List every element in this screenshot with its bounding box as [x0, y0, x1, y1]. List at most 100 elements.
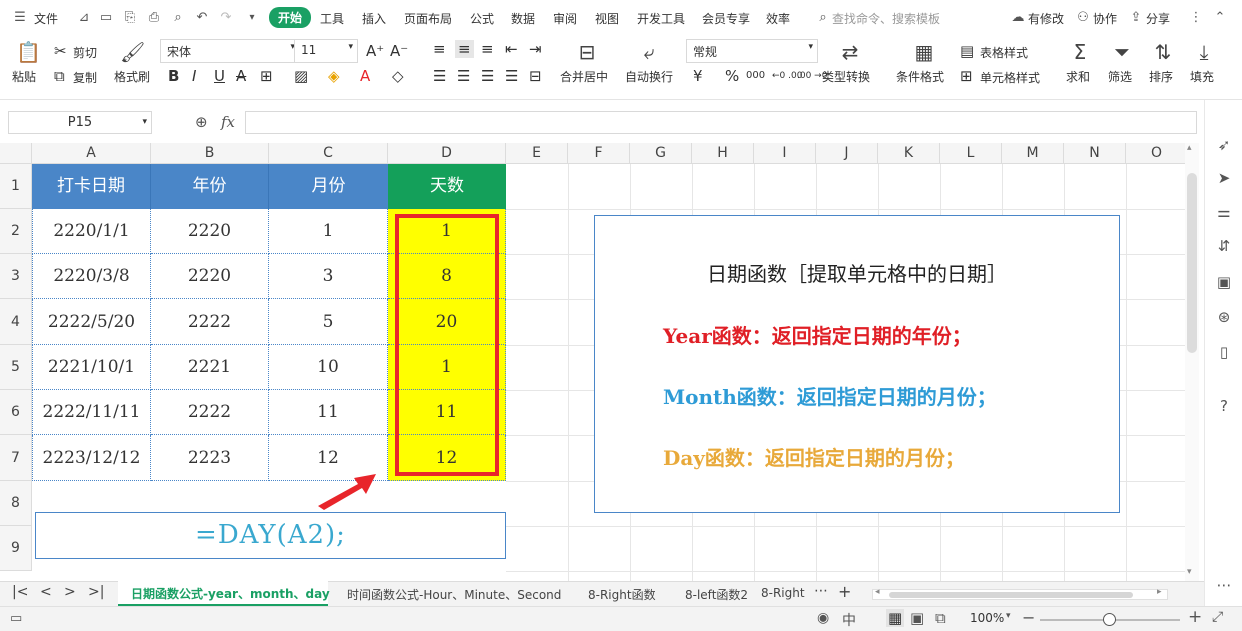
format-painter-icon[interactable]: 🖌: [120, 40, 145, 64]
fill-icon[interactable]: ⤓: [1192, 40, 1216, 64]
table-cell[interactable]: 2223/12/12: [32, 435, 151, 481]
font-size-select[interactable]: 11 ▾: [294, 39, 358, 63]
collapse-ribbon-icon[interactable]: ⌃: [1212, 10, 1228, 26]
column-header-b[interactable]: B: [151, 143, 269, 164]
book-icon[interactable]: ▯: [1214, 342, 1234, 362]
sheet-tab[interactable]: 8-left函数2: [685, 586, 748, 603]
font-grow-icon[interactable]: A⁺: [366, 42, 384, 60]
add-sheet-icon[interactable]: +: [838, 582, 851, 601]
row-header-4[interactable]: 4: [0, 299, 32, 345]
table-cell[interactable]: 2221: [151, 345, 269, 390]
sheet-tab[interactable]: 8-Right函数: [588, 586, 656, 603]
last-sheet-icon[interactable]: >|: [88, 584, 104, 600]
scroll-right-icon[interactable]: ▸: [1157, 587, 1162, 597]
app-logo-icon[interactable]: ⊿: [76, 10, 92, 26]
align-bottom-icon[interactable]: ≡: [481, 40, 494, 58]
sum-button[interactable]: 求和: [1066, 68, 1090, 85]
fill-button[interactable]: 填充: [1190, 68, 1214, 85]
align-middle-icon[interactable]: ≡: [455, 40, 474, 58]
file-menu[interactable]: 文件: [34, 10, 58, 27]
align-left-icon[interactable]: ☰: [433, 67, 446, 85]
more-icon[interactable]: ⋮: [1188, 10, 1204, 26]
table-cell[interactable]: 2222: [151, 299, 269, 345]
number-format-select[interactable]: 常规 ▾: [686, 39, 818, 63]
format-painter-button[interactable]: 格式刷: [114, 68, 150, 85]
modified-status[interactable]: 有修改: [1028, 10, 1064, 27]
page-break-view-icon[interactable]: ⧉: [935, 609, 946, 627]
header-cell-date[interactable]: 打卡日期: [32, 164, 151, 209]
header-cell-month[interactable]: 月份: [269, 164, 388, 209]
indent-decrease-icon[interactable]: ⇤: [505, 40, 518, 58]
formula-display[interactable]: =DAY(A2);: [35, 512, 506, 559]
horizontal-scrollbar[interactable]: ◂ ▸: [872, 587, 1168, 600]
filter-button[interactable]: 筛选: [1108, 68, 1132, 85]
merge-center-icon[interactable]: ⊟: [575, 40, 599, 64]
column-header-c[interactable]: C: [269, 143, 388, 164]
column-header-e[interactable]: E: [506, 143, 568, 164]
scroll-up-icon[interactable]: ▴: [1187, 143, 1192, 153]
column-header-l[interactable]: L: [940, 143, 1002, 164]
tab-tools[interactable]: 工具: [320, 10, 344, 27]
tab-formulas[interactable]: 公式: [470, 10, 494, 27]
sheet-tab[interactable]: 8-Right: [761, 586, 805, 600]
eye-protection-icon[interactable]: ◉: [817, 610, 829, 626]
paste-button[interactable]: 粘贴: [12, 68, 36, 85]
fill-color-icon[interactable]: ◈: [328, 67, 340, 85]
command-search[interactable]: 查找命令、搜索模板: [832, 10, 940, 27]
table-cell[interactable]: 2220/3/8: [32, 254, 151, 299]
clear-format-icon[interactable]: ◇: [392, 67, 404, 85]
font-shrink-icon[interactable]: A⁻: [390, 42, 408, 60]
table-cell[interactable]: 11: [269, 390, 388, 435]
scroll-left-icon[interactable]: ◂: [875, 587, 880, 597]
more-icon[interactable]: ⋯: [1214, 575, 1234, 595]
type-convert-button[interactable]: 类型转换: [822, 68, 870, 85]
save-icon[interactable]: ▭: [98, 10, 114, 26]
redo-icon[interactable]: ↷: [218, 10, 234, 26]
cut-button[interactable]: 剪切: [73, 44, 97, 61]
copy-button[interactable]: 复制: [73, 69, 97, 86]
table-cell[interactable]: 2222/5/20: [32, 299, 151, 345]
transform-icon[interactable]: ⇵: [1214, 236, 1234, 256]
header-cell-year[interactable]: 年份: [151, 164, 269, 209]
column-header-d[interactable]: D: [388, 143, 506, 164]
sheet-tab[interactable]: 时间函数公式-Hour、Minute、Second: [347, 586, 561, 603]
table-cell[interactable]: 2222: [151, 390, 269, 435]
settings-sliders-icon[interactable]: ⚌: [1214, 202, 1234, 222]
row-header-5[interactable]: 5: [0, 345, 32, 390]
undo-icon[interactable]: ↶: [194, 10, 210, 26]
conditional-format-button[interactable]: 条件格式: [896, 68, 944, 85]
font-color-icon[interactable]: A: [360, 67, 370, 85]
share-button[interactable]: 分享: [1146, 10, 1170, 27]
scroll-down-icon[interactable]: ▾: [1187, 567, 1192, 577]
fullscreen-icon[interactable]: ⤢: [1212, 609, 1223, 625]
zoom-level[interactable]: 100%: [970, 611, 1004, 625]
formula-input[interactable]: [245, 111, 1197, 134]
table-cell[interactable]: 5: [269, 299, 388, 345]
sort-icon[interactable]: ⇅: [1151, 40, 1175, 64]
tab-review[interactable]: 审阅: [553, 10, 577, 27]
zoom-slider-handle[interactable]: [1103, 613, 1116, 626]
tab-data[interactable]: 数据: [511, 10, 535, 27]
column-header-o[interactable]: O: [1126, 143, 1188, 164]
chevron-down-icon[interactable]: ▾: [244, 10, 260, 26]
sheet-tab-active[interactable]: 日期函数公式-year、month、day: [118, 581, 330, 606]
scrollbar-thumb[interactable]: [889, 592, 1133, 598]
table-cell[interactable]: 2220/1/1: [32, 209, 151, 254]
scrollbar-thumb[interactable]: [1187, 173, 1197, 353]
border-icon[interactable]: ⊞: [260, 67, 273, 85]
currency-button[interactable]: ¥: [693, 67, 703, 85]
merge-center-button[interactable]: 合并居中: [560, 68, 608, 85]
bold-icon[interactable]: B: [168, 67, 179, 85]
percent-button[interactable]: %: [725, 67, 739, 85]
table-cell[interactable]: 2220: [151, 254, 269, 299]
table-cell[interactable]: 2222/11/11: [32, 390, 151, 435]
paste-icon[interactable]: 📋: [16, 40, 41, 64]
column-header-m[interactable]: M: [1002, 143, 1064, 164]
wrap-text-button[interactable]: 自动换行: [625, 68, 673, 85]
collaborate-button[interactable]: 协作: [1093, 10, 1117, 27]
more-sheets-icon[interactable]: ⋯: [814, 583, 828, 599]
tab-page-layout[interactable]: 页面布局: [404, 10, 452, 27]
image-icon[interactable]: ▣: [1214, 272, 1234, 292]
input-method-icon[interactable]: 中: [842, 610, 856, 630]
justify-icon[interactable]: ☰: [505, 67, 518, 85]
